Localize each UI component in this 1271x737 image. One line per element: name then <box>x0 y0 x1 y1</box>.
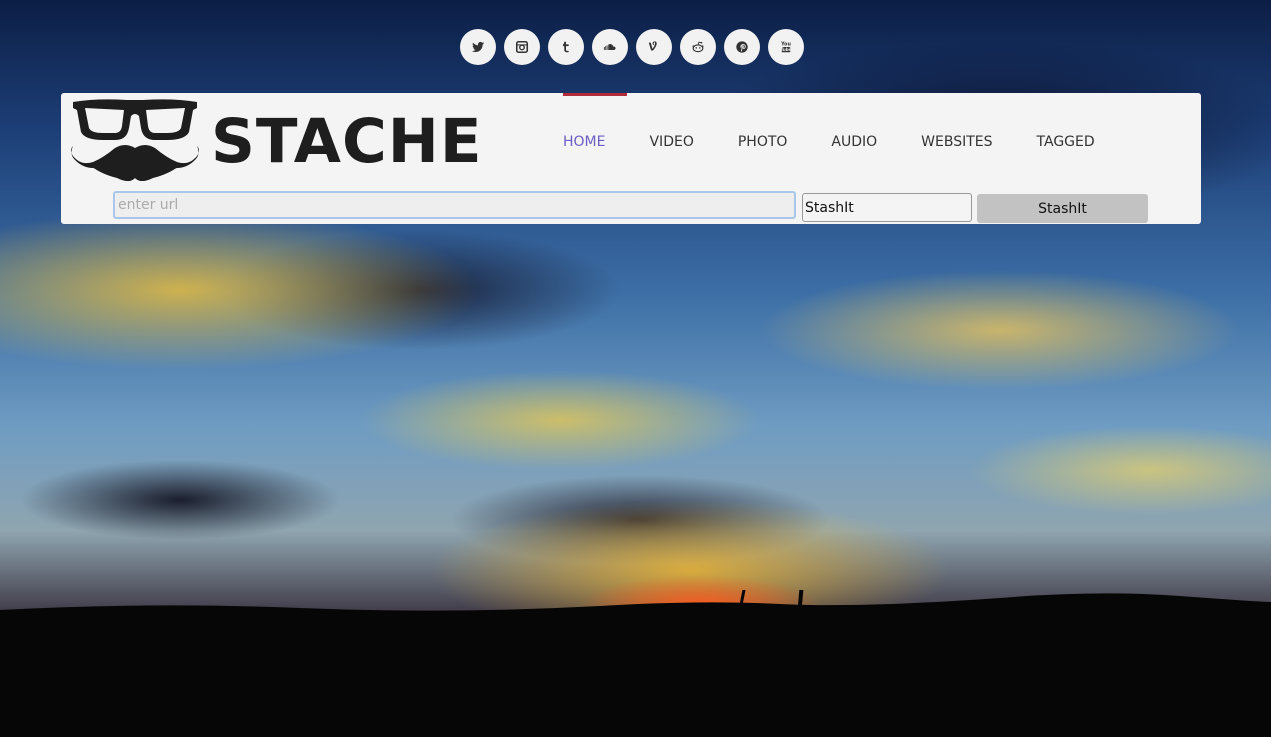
nav-home[interactable]: HOME <box>563 93 628 164</box>
glasses-mustache-icon[interactable] <box>67 98 203 186</box>
stashit-button[interactable]: StashIt <box>977 194 1148 223</box>
url-input[interactable] <box>113 191 796 219</box>
pinterest-icon[interactable] <box>724 29 760 65</box>
horizon-silhouette <box>0 590 1271 737</box>
youtube-icon[interactable]: You Tube <box>768 29 804 65</box>
brand-title[interactable]: STACHE <box>211 106 483 178</box>
stash-field[interactable] <box>802 193 972 222</box>
vine-icon[interactable] <box>636 29 672 65</box>
twitter-icon[interactable] <box>460 29 496 65</box>
nav-audio[interactable]: AUDIO <box>809 93 899 164</box>
nav-tagged[interactable]: TAGGED <box>1015 93 1117 164</box>
main-nav: HOME VIDEO PHOTO AUDIO WEBSITES TAGGED <box>563 93 1117 164</box>
instagram-icon[interactable] <box>504 29 540 65</box>
nav-photo[interactable]: PHOTO <box>716 93 810 164</box>
soundcloud-icon[interactable] <box>592 29 628 65</box>
nav-websites[interactable]: WEBSITES <box>899 93 1014 164</box>
social-links: You Tube <box>460 29 804 65</box>
reddit-icon[interactable] <box>680 29 716 65</box>
tumblr-icon[interactable] <box>548 29 584 65</box>
svg-text:Tube: Tube <box>781 47 792 52</box>
nav-video[interactable]: VIDEO <box>627 93 715 164</box>
site-header: STACHE HOME VIDEO PHOTO AUDIO WEBSITES T… <box>61 93 1201 224</box>
